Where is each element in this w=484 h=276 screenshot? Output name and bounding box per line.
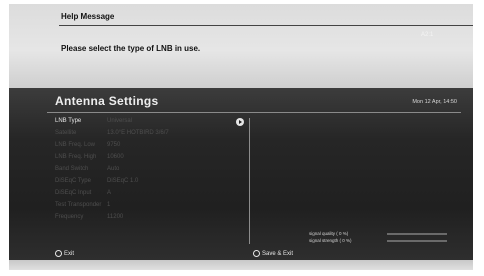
save-exit-button[interactable]: Save & Exit — [253, 250, 293, 257]
signal-strength-label: signal strength ( 0 %) — [309, 238, 352, 243]
help-title: Help Message — [61, 12, 115, 21]
panel-divider — [47, 112, 461, 113]
bottom-background — [9, 260, 473, 270]
diseqc-type-value[interactable]: DiSEqC 1.0 — [107, 178, 138, 184]
band-switch-value[interactable]: Auto — [107, 166, 119, 172]
test-transponder-value[interactable]: 1 — [107, 202, 110, 208]
test-transponder-label[interactable]: Test Transponder — [55, 202, 101, 208]
tv-frame: Help Message Please select the type of L… — [0, 0, 484, 276]
satellite-value[interactable]: 13.0°E HOTBIRD 3/6/7 — [107, 130, 169, 136]
help-divider — [59, 25, 473, 26]
exit-button[interactable]: Exit — [55, 250, 74, 257]
diseqc-input-value[interactable]: A — [107, 190, 111, 196]
save-exit-label: Save & Exit — [262, 251, 294, 258]
signal-strength-bar — [387, 240, 447, 242]
signal-quality-label: signal quality ( 0 %) — [309, 231, 349, 236]
satellite-label[interactable]: Satellite — [55, 130, 76, 136]
column-divider — [249, 118, 250, 244]
band-switch-label[interactable]: Band Switch — [55, 166, 88, 172]
date-time: Mon 12 Apr, 14:50 — [412, 99, 457, 105]
panel-title: Antenna Settings — [55, 94, 159, 108]
diseqc-type-label[interactable]: DiSEqC Type — [55, 178, 91, 184]
exit-label: Exit — [64, 251, 75, 258]
background-text: A2:1 — [421, 32, 434, 38]
help-message-text: Please select the type of LNB in use. — [61, 44, 201, 53]
lnb-freq-high-value[interactable]: 10600 — [107, 154, 124, 160]
lnb-freq-high-label[interactable]: LNB Freq. High — [55, 154, 96, 160]
antenna-settings-panel: Antenna Settings Mon 12 Apr, 14:50 LNB T… — [9, 88, 473, 260]
right-arrow-icon[interactable] — [236, 118, 244, 126]
help-message-panel: Help Message Please select the type of L… — [9, 4, 473, 88]
lnb-type-value[interactable]: Universal — [107, 118, 132, 124]
lnb-freq-low-value[interactable]: 9750 — [107, 142, 120, 148]
signal-quality-bar — [387, 233, 447, 235]
frequency-label[interactable]: Frequency — [55, 214, 83, 220]
circle-button-icon — [55, 250, 62, 257]
lnb-freq-low-label[interactable]: LNB Freq. Low — [55, 142, 95, 148]
lnb-type-label[interactable]: LNB Type — [55, 118, 81, 124]
diseqc-input-label[interactable]: DiSEqC Input — [55, 190, 91, 196]
tv-screen: Help Message Please select the type of L… — [9, 4, 473, 270]
frequency-value[interactable]: 11200 — [107, 214, 123, 220]
circle-button-icon — [253, 250, 260, 257]
